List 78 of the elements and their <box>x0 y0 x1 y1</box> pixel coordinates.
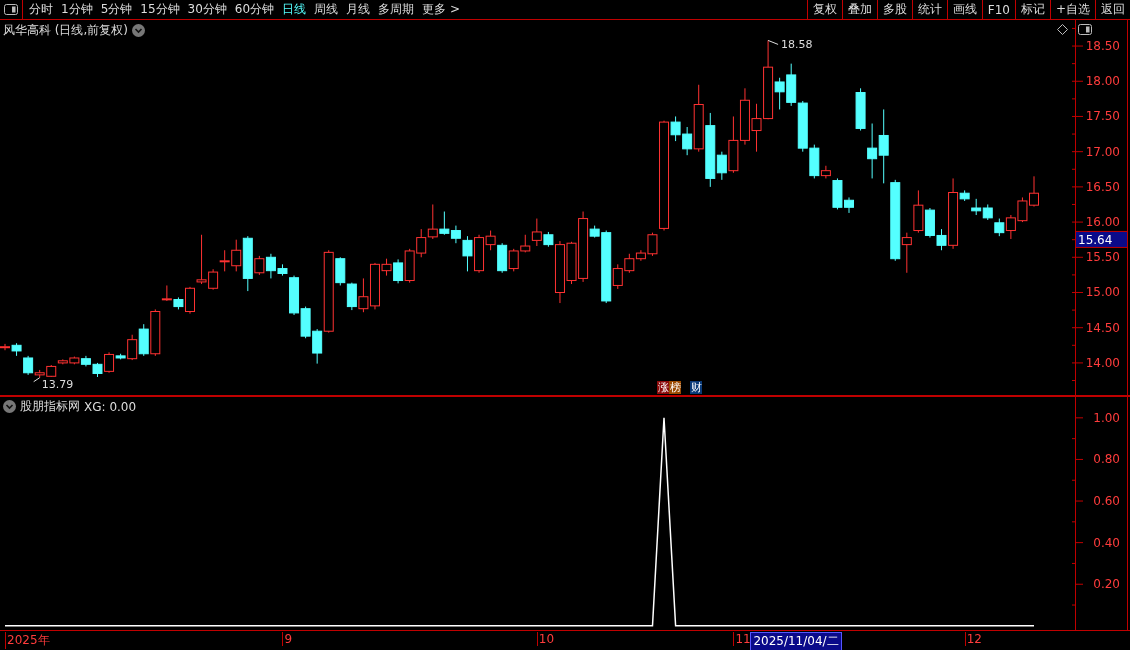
period-tab[interactable]: 15分钟 <box>136 0 184 19</box>
axis-label: 0.40 <box>1093 535 1120 550</box>
period-tab[interactable]: 多周期 <box>374 0 419 19</box>
price-tag: 15.64 <box>1075 230 1128 248</box>
candlestick <box>1005 214 1016 240</box>
axis-label: 17.50 <box>1085 109 1120 124</box>
low-price-label: 13.79 <box>41 377 74 391</box>
candlestick <box>739 87 750 146</box>
chart-title: 风华高科 (日线,前复权) <box>3 22 128 39</box>
diamond-icon[interactable] <box>1057 24 1068 35</box>
toolbar-button[interactable]: 返回 <box>1095 0 1130 19</box>
axis-label: 14.50 <box>1085 320 1120 335</box>
period-tab[interactable]: 60分钟 <box>230 0 279 19</box>
date-axis-label: 2025年 <box>5 632 50 649</box>
indicator-reading: XG: 0.00 <box>84 399 137 414</box>
axis-label: 18.00 <box>1085 74 1120 89</box>
toolbar-button[interactable]: 复权 <box>806 0 842 19</box>
candlestick <box>404 248 415 284</box>
axis-label: 17.00 <box>1085 144 1120 159</box>
axis-label: 1.00 <box>1093 410 1120 425</box>
candlestick <box>971 198 982 216</box>
candlestick <box>982 204 993 221</box>
indicator-name: 股朋指标网 <box>20 398 80 415</box>
toolbar-button[interactable]: 标记 <box>1014 0 1050 19</box>
period-tab[interactable]: 分时 <box>25 0 57 19</box>
dropdown-icon[interactable] <box>132 24 145 37</box>
toolbar-button[interactable]: 叠加 <box>841 0 877 19</box>
candlestick <box>1017 196 1028 223</box>
toolbar-button[interactable]: +自选 <box>1049 0 1095 19</box>
date-axis-label: 10 <box>536 632 555 646</box>
axis-label: 0.20 <box>1093 577 1120 592</box>
cursor-date-label: 2025/11/04/二 <box>750 632 842 650</box>
period-tab[interactable]: 更多 > <box>418 0 464 19</box>
toolbar-button[interactable]: F10 <box>981 0 1015 19</box>
candlestick <box>358 277 369 313</box>
leader-line <box>767 39 779 45</box>
candlestick <box>416 228 427 258</box>
candlestick <box>508 248 519 272</box>
period-tab[interactable]: 1分钟 <box>57 0 97 19</box>
axis-label: 15.00 <box>1085 285 1120 300</box>
high-price-label: 18.58 <box>781 38 813 52</box>
axis-label: 16.50 <box>1085 179 1120 194</box>
panel-icon[interactable] <box>1078 24 1092 35</box>
date-axis-label: 9 <box>282 632 293 646</box>
panel-icon <box>4 4 18 15</box>
axis-label: 0.60 <box>1093 494 1120 509</box>
axis-label: 14.00 <box>1085 355 1120 370</box>
date-axis-label: 12 <box>964 632 982 646</box>
period-tab[interactable]: 日线 <box>278 0 311 19</box>
toolbar-button[interactable]: 多股 <box>876 0 912 19</box>
toolbar-button[interactable]: 统计 <box>911 0 947 19</box>
candlestick <box>1029 175 1039 208</box>
axis-label: 18.50 <box>1085 39 1120 54</box>
tag-badge: 涨 <box>657 381 669 394</box>
tag-badge: 财 <box>690 381 702 394</box>
candlestick <box>161 284 172 302</box>
period-tab[interactable]: 月线 <box>342 0 375 19</box>
candlestick <box>393 258 404 284</box>
leader-line <box>33 377 41 383</box>
tag-badge: 榜 <box>669 381 681 394</box>
toolbar-button[interactable]: 画线 <box>946 0 982 19</box>
axis-label: 15.50 <box>1085 250 1120 265</box>
candlestick <box>346 282 357 311</box>
dropdown-icon[interactable] <box>3 400 16 413</box>
period-tab[interactable]: 30分钟 <box>183 0 231 19</box>
candlestick <box>80 355 91 367</box>
candlestick <box>300 306 311 339</box>
period-tab[interactable]: 周线 <box>310 0 343 19</box>
period-tab[interactable]: 5分钟 <box>96 0 137 19</box>
candlestick <box>69 356 80 365</box>
candlestick <box>855 87 866 132</box>
candlestick <box>994 218 1005 237</box>
candlestick <box>867 123 878 179</box>
axis-label: 16.00 <box>1085 215 1120 230</box>
candlestick <box>786 63 797 107</box>
candlestick <box>913 189 924 234</box>
axis-label: 0.80 <box>1093 452 1120 467</box>
candlestick <box>924 207 935 239</box>
